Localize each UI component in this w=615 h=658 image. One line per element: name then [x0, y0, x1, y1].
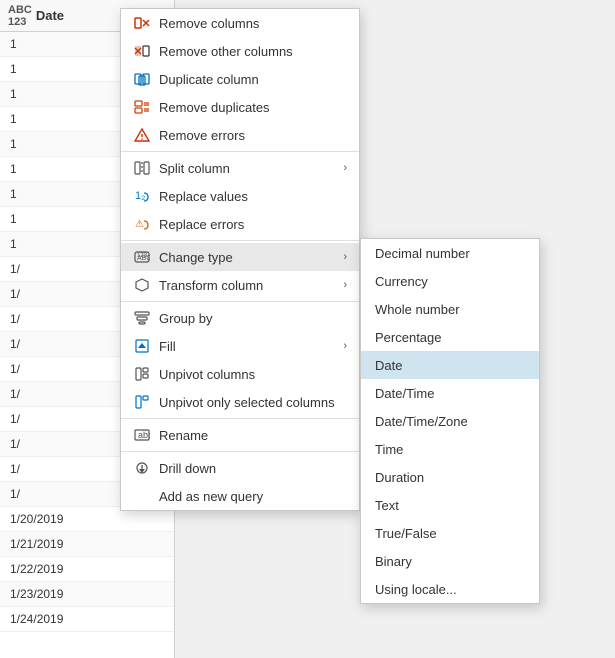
menu-label-transform-column: Transform column — [159, 278, 335, 293]
menu-label-duplicate-column: Duplicate column — [159, 72, 347, 87]
transform-column-arrow: › — [343, 279, 347, 291]
svg-text:1₂: 1₂ — [135, 190, 145, 202]
group-by-icon — [133, 309, 151, 327]
menu-label-group-by: Group by — [159, 311, 347, 326]
menu-item-fill[interactable]: Fill › — [121, 332, 359, 360]
submenu-item-datetimezone[interactable]: Date/Time/Zone — [361, 407, 539, 435]
table-row: 1/21/2019 — [0, 532, 174, 557]
change-type-icon: ABC123 — [133, 248, 151, 266]
menu-item-replace-errors[interactable]: ⚠ Replace errors — [121, 210, 359, 238]
table-row: 1/23/2019 — [0, 582, 174, 607]
table-row: 1/22/2019 — [0, 557, 174, 582]
menu-label-change-type: Change type — [159, 250, 335, 265]
drill-down-icon — [133, 459, 151, 477]
submenu-item-text[interactable]: Text — [361, 491, 539, 519]
table-row: 1/24/2019 — [0, 607, 174, 632]
menu-label-drill-down: Drill down — [159, 461, 347, 476]
menu-label-replace-values: Replace values — [159, 189, 347, 204]
menu-item-rename[interactable]: abc Rename — [121, 421, 359, 449]
remove-other-columns-icon — [133, 42, 151, 60]
context-menu: Remove columns Remove other columns Dupl… — [120, 8, 360, 511]
submenu-label-true-false: True/False — [375, 526, 437, 541]
submenu-item-duration[interactable]: Duration — [361, 463, 539, 491]
fill-icon — [133, 337, 151, 355]
menu-label-remove-errors: Remove errors — [159, 128, 347, 143]
svg-text:abc: abc — [138, 430, 150, 440]
change-type-arrow: › — [343, 251, 347, 263]
menu-item-add-as-new-query[interactable]: Add as new query — [121, 482, 359, 510]
svg-text:123: 123 — [137, 253, 148, 259]
menu-item-remove-errors[interactable]: Remove errors — [121, 121, 359, 149]
fill-arrow: › — [343, 340, 347, 352]
menu-item-transform-column[interactable]: Transform column › — [121, 271, 359, 299]
menu-item-group-by[interactable]: Group by — [121, 304, 359, 332]
menu-item-remove-other-columns[interactable]: Remove other columns — [121, 37, 359, 65]
submenu-label-binary: Binary — [375, 554, 412, 569]
split-column-icon — [133, 159, 151, 177]
submenu-label-datetime: Date/Time — [375, 386, 434, 401]
menu-divider-5 — [121, 451, 359, 452]
submenu-item-using-locale[interactable]: Using locale... — [361, 575, 539, 603]
menu-label-unpivot-only-selected: Unpivot only selected columns — [159, 395, 347, 410]
submenu-label-currency: Currency — [375, 274, 428, 289]
menu-item-duplicate-column[interactable]: Duplicate column — [121, 65, 359, 93]
menu-label-fill: Fill — [159, 339, 335, 354]
submenu-label-time: Time — [375, 442, 403, 457]
submenu-item-decimal-number[interactable]: Decimal number — [361, 239, 539, 267]
submenu-label-duration: Duration — [375, 470, 424, 485]
submenu-item-time[interactable]: Time — [361, 435, 539, 463]
svg-text:⚠: ⚠ — [135, 219, 144, 230]
submenu-item-true-false[interactable]: True/False — [361, 519, 539, 547]
submenu-item-binary[interactable]: Binary — [361, 547, 539, 575]
col-type-icon: ABC123 — [8, 4, 32, 28]
menu-label-replace-errors: Replace errors — [159, 217, 347, 232]
remove-errors-icon — [133, 126, 151, 144]
menu-item-change-type[interactable]: ABC123 Change type › — [121, 243, 359, 271]
menu-item-unpivot-columns[interactable]: Unpivot columns — [121, 360, 359, 388]
submenu-label-text: Text — [375, 498, 399, 513]
menu-item-remove-duplicates[interactable]: Remove duplicates — [121, 93, 359, 121]
col-name: Date — [36, 8, 64, 23]
submenu-item-percentage[interactable]: Percentage — [361, 323, 539, 351]
transform-column-icon — [133, 276, 151, 294]
unpivot-columns-icon — [133, 365, 151, 383]
split-column-arrow: › — [343, 162, 347, 174]
menu-label-remove-other-columns: Remove other columns — [159, 44, 347, 59]
submenu-item-datetime[interactable]: Date/Time — [361, 379, 539, 407]
menu-label-unpivot-columns: Unpivot columns — [159, 367, 347, 382]
add-as-new-query-icon — [133, 487, 151, 505]
rename-icon: abc — [133, 426, 151, 444]
replace-values-icon: 1₂ — [133, 187, 151, 205]
submenu-item-currency[interactable]: Currency — [361, 267, 539, 295]
duplicate-column-icon — [133, 70, 151, 88]
menu-item-replace-values[interactable]: 1₂ Replace values — [121, 182, 359, 210]
menu-divider-3 — [121, 301, 359, 302]
submenu-label-date: Date — [375, 358, 402, 373]
menu-label-add-as-new-query: Add as new query — [159, 489, 347, 504]
menu-divider-1 — [121, 151, 359, 152]
remove-columns-icon — [133, 14, 151, 32]
menu-item-drill-down[interactable]: Drill down — [121, 454, 359, 482]
change-type-submenu: Decimal number Currency Whole number Per… — [360, 238, 540, 604]
submenu-label-whole-number: Whole number — [375, 302, 460, 317]
menu-label-remove-columns: Remove columns — [159, 16, 347, 31]
submenu-label-using-locale: Using locale... — [375, 582, 457, 597]
submenu-label-percentage: Percentage — [375, 330, 442, 345]
submenu-label-decimal-number: Decimal number — [375, 246, 470, 261]
menu-label-split-column: Split column — [159, 161, 335, 176]
replace-errors-icon: ⚠ — [133, 215, 151, 233]
menu-divider-4 — [121, 418, 359, 419]
remove-duplicates-icon — [133, 98, 151, 116]
menu-divider-2 — [121, 240, 359, 241]
menu-item-split-column[interactable]: Split column › — [121, 154, 359, 182]
unpivot-only-selected-icon — [133, 393, 151, 411]
submenu-item-whole-number[interactable]: Whole number — [361, 295, 539, 323]
menu-item-unpivot-only-selected[interactable]: Unpivot only selected columns — [121, 388, 359, 416]
submenu-item-date[interactable]: Date — [361, 351, 539, 379]
menu-item-remove-columns[interactable]: Remove columns — [121, 9, 359, 37]
submenu-label-datetimezone: Date/Time/Zone — [375, 414, 468, 429]
menu-label-rename: Rename — [159, 428, 347, 443]
menu-label-remove-duplicates: Remove duplicates — [159, 100, 347, 115]
